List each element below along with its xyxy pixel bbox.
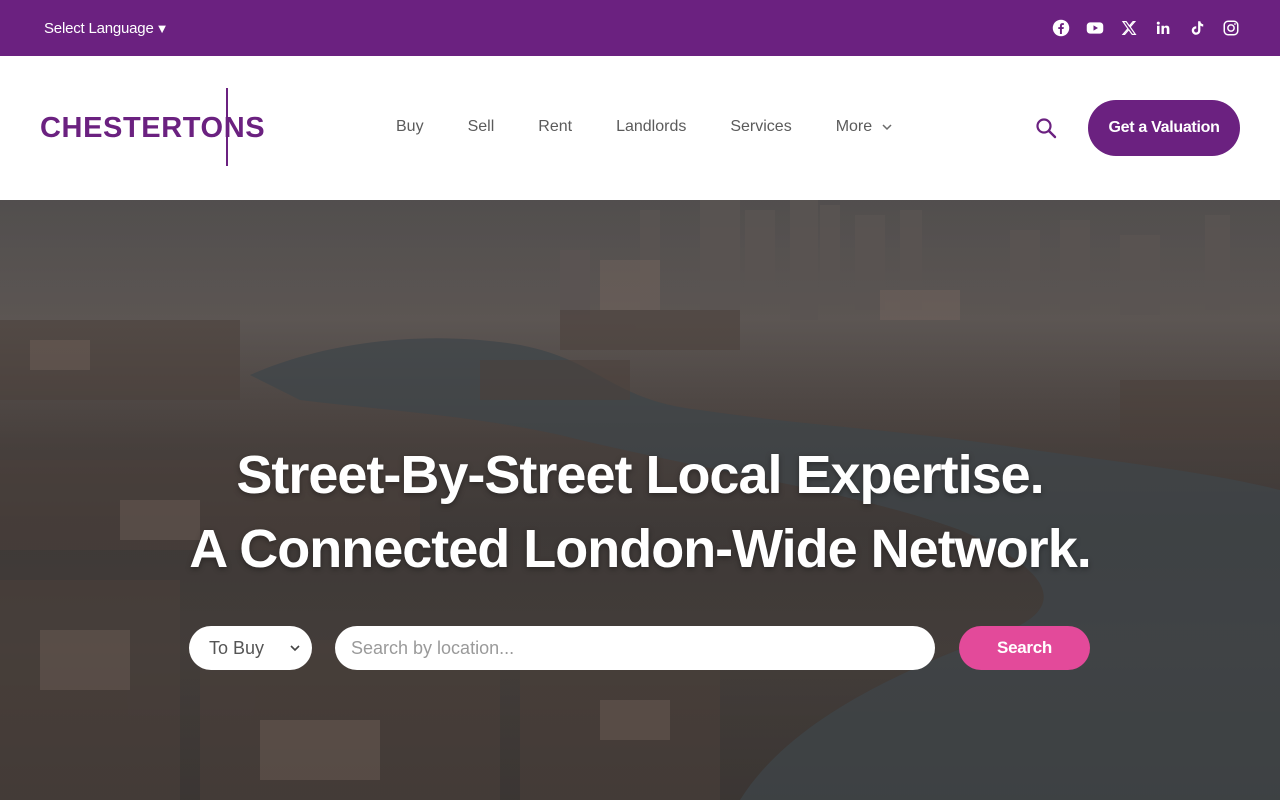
top-bar: Select Language ▼ bbox=[0, 0, 1280, 56]
nav-more-label: More bbox=[835, 118, 873, 135]
chevron-down-icon bbox=[290, 645, 300, 652]
location-search-input[interactable] bbox=[335, 626, 935, 670]
hero-headline-line-1: Street-By-Street Local Expertise. bbox=[236, 445, 1044, 505]
linkedin-icon[interactable] bbox=[1154, 19, 1172, 37]
nav-services[interactable]: Services bbox=[730, 118, 791, 136]
language-label: Select Language bbox=[44, 19, 154, 37]
logo-divider bbox=[226, 88, 228, 166]
youtube-icon[interactable] bbox=[1086, 19, 1104, 37]
nav-buy[interactable]: Buy bbox=[396, 118, 424, 136]
nav-sell[interactable]: Sell bbox=[468, 118, 495, 136]
chevron-down-icon bbox=[882, 124, 892, 131]
hero-section: Street-By-Street Local Expertise. A Conn… bbox=[0, 200, 1280, 800]
hero-headline-line-2: A Connected London-Wide Network. bbox=[189, 519, 1091, 579]
caret-down-icon: ▼ bbox=[155, 20, 169, 36]
site-header: CHESTERTONS Buy Sell Rent Landlords Serv… bbox=[0, 56, 1280, 200]
search-icon[interactable] bbox=[1034, 116, 1058, 140]
social-links bbox=[1052, 19, 1240, 37]
x-icon[interactable] bbox=[1120, 19, 1138, 37]
get-valuation-button[interactable]: Get a Valuation bbox=[1088, 100, 1240, 156]
nav-more[interactable]: More bbox=[836, 118, 892, 136]
logo-text: CHESTERTONS bbox=[40, 112, 266, 144]
transaction-type-value: To Buy bbox=[209, 637, 265, 658]
facebook-icon[interactable] bbox=[1052, 19, 1070, 37]
transaction-type-select[interactable]: To Buy bbox=[189, 626, 312, 670]
instagram-icon[interactable] bbox=[1222, 19, 1240, 37]
language-selector[interactable]: Select Language ▼ bbox=[44, 20, 168, 37]
main-nav: Buy Sell Rent Landlords Services More bbox=[396, 118, 892, 136]
search-button[interactable]: Search bbox=[959, 626, 1090, 670]
nav-landlords[interactable]: Landlords bbox=[616, 118, 686, 136]
tiktok-icon[interactable] bbox=[1188, 19, 1206, 37]
nav-rent[interactable]: Rent bbox=[538, 118, 572, 136]
chestertons-logo[interactable]: CHESTERTONS bbox=[40, 88, 266, 168]
